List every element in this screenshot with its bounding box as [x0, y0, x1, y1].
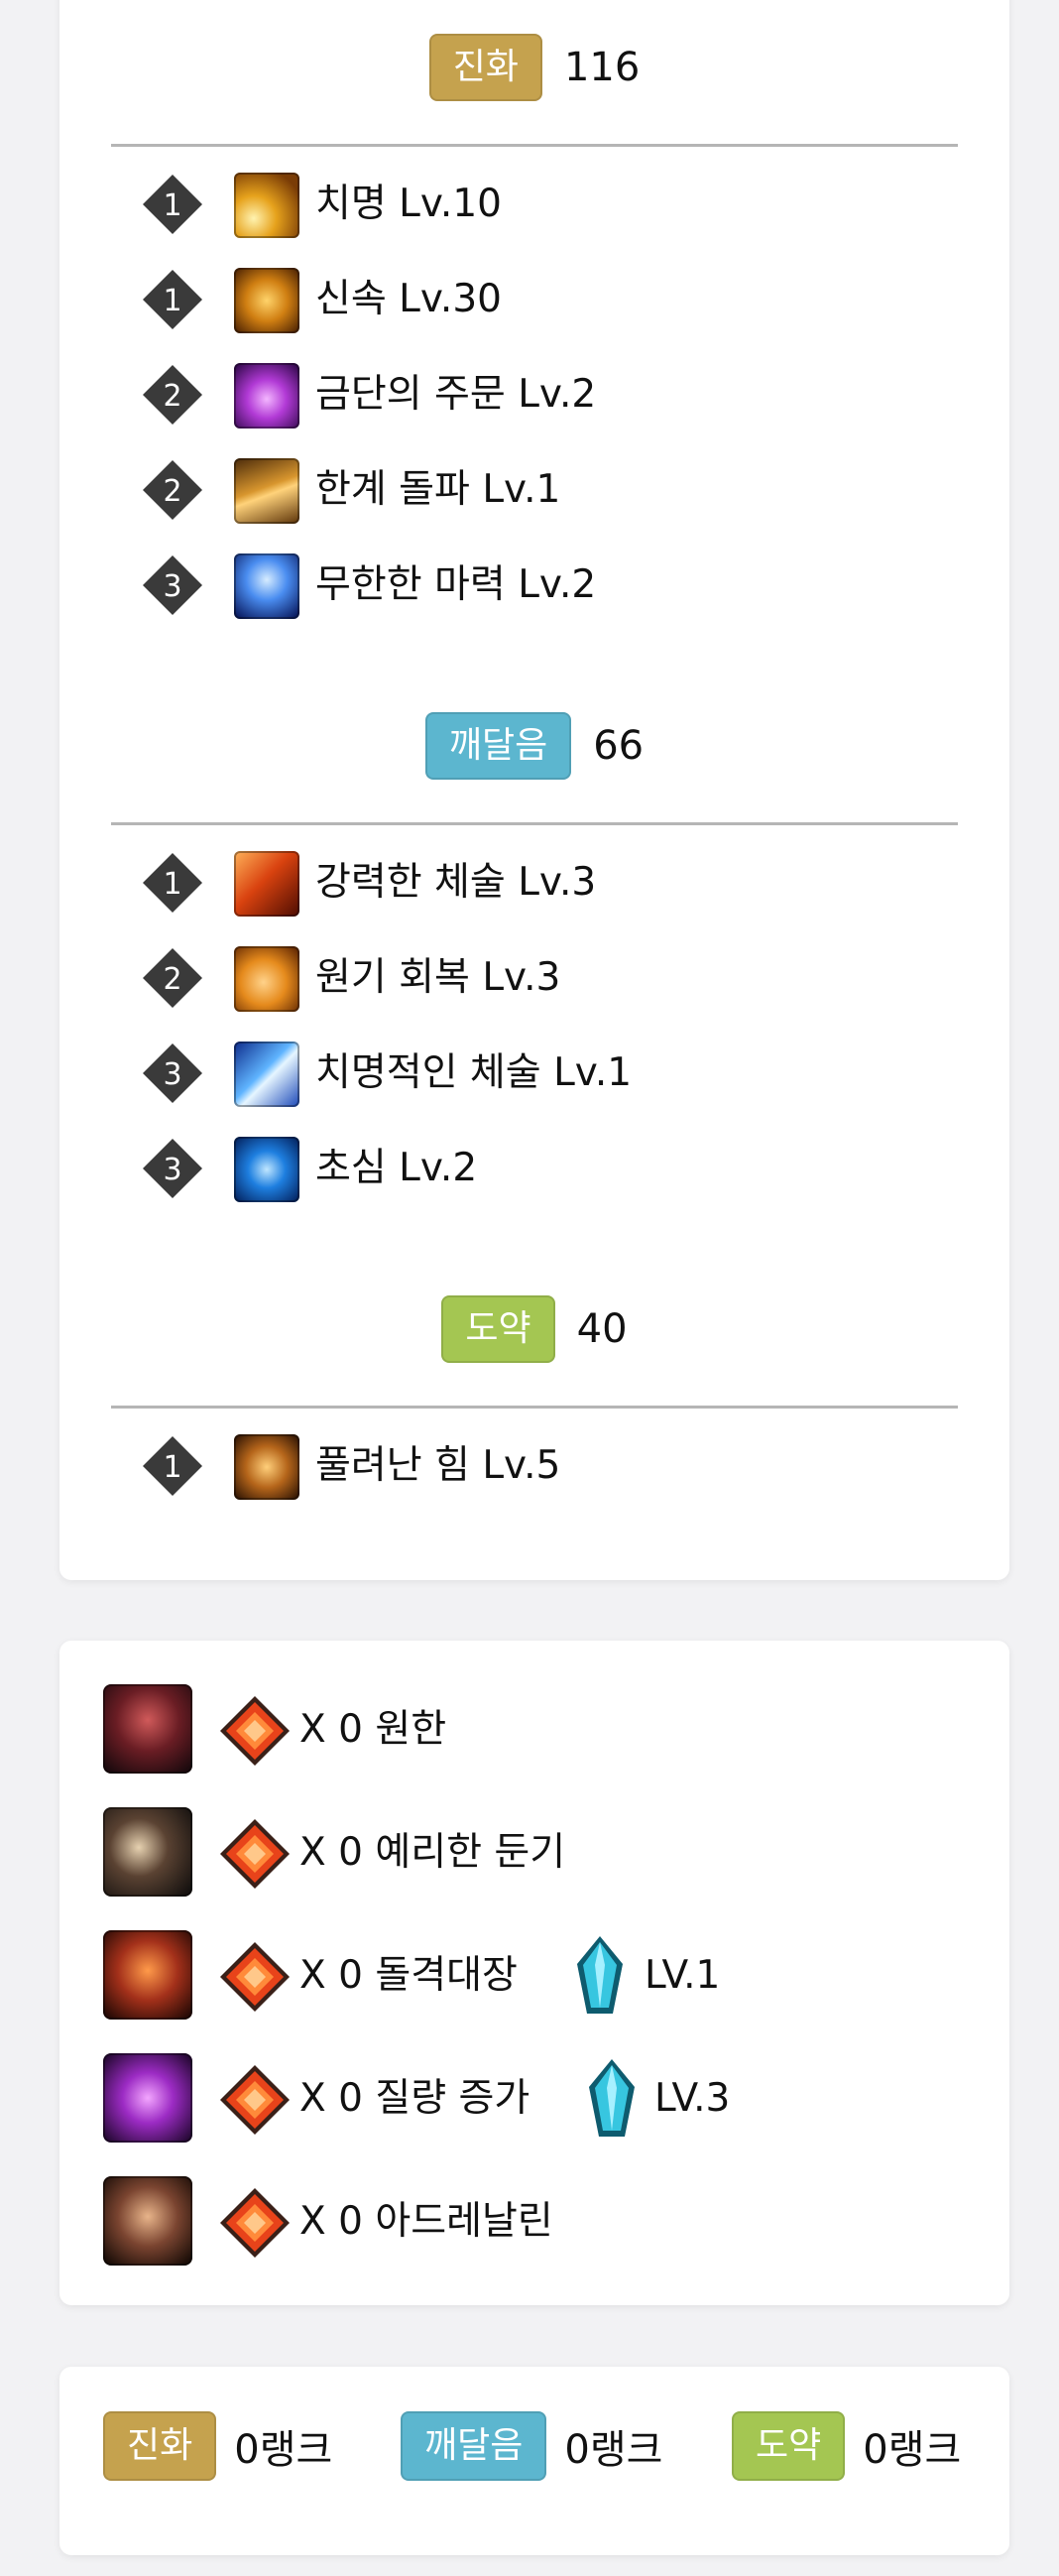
node-row[interactable]: 3 치명적인 체술 Lv.1 — [59, 1038, 1009, 1109]
node-label: 치명적인 체술 Lv.1 — [315, 1050, 633, 1095]
swiftness-icon — [234, 268, 299, 333]
svg-text:3: 3 — [163, 569, 181, 604]
limit-break-icon — [234, 458, 299, 524]
tier-diamond-icon: 1 — [143, 1436, 202, 1496]
svg-text:1: 1 — [163, 1450, 181, 1485]
evolution-rank-tag: 진화 — [103, 2411, 217, 2481]
gem-text: X 0 원한 — [299, 1707, 447, 1752]
gem-text: X 0 질량 증가 — [299, 2076, 530, 2121]
gem-text: X 0 돌격대장 — [299, 1953, 518, 1998]
node-label: 무한한 마력 Lv.2 — [315, 562, 597, 607]
ark-passive-card: 진화 116 1 치명 Lv.10 1 신속 Lv.30 2 금단의 주문 Lv… — [59, 0, 1009, 1580]
powerful-technique-icon — [234, 851, 299, 917]
enlightenment-section-header: 깨달음 66 — [59, 710, 1009, 782]
critical-icon — [234, 173, 299, 238]
infinite-mana-icon — [234, 553, 299, 619]
svg-text:1: 1 — [163, 867, 181, 902]
keen-blunt-skill-icon — [103, 1807, 192, 1897]
evolution-rank-value: 0랭크 — [234, 2427, 333, 2473]
gem-row[interactable]: X 0 원한 — [59, 1684, 1009, 1776]
svg-text:2: 2 — [163, 474, 181, 509]
enlightenment-rank: 깨달음 0랭크 — [401, 2410, 662, 2482]
svg-text:1: 1 — [163, 284, 181, 318]
raid-captain-skill-icon — [103, 1930, 192, 2020]
node-label: 금단의 주문 Lv.2 — [315, 372, 597, 417]
divider — [111, 144, 958, 147]
svg-text:2: 2 — [163, 962, 181, 997]
divider — [111, 822, 958, 825]
node-label: 풀려난 힘 Lv.5 — [315, 1443, 561, 1488]
leap-section-header: 도약 40 — [59, 1293, 1009, 1365]
node-row[interactable]: 1 강력한 체술 Lv.3 — [59, 847, 1009, 919]
node-row[interactable]: 1 치명 Lv.10 — [59, 169, 1009, 240]
ruby-gem-icon — [220, 2188, 290, 2258]
svg-text:3: 3 — [163, 1057, 181, 1092]
forbidden-spell-icon — [234, 363, 299, 429]
node-label: 강력한 체술 Lv.3 — [315, 860, 597, 905]
leap-rank: 도약 0랭크 — [732, 2410, 961, 2482]
tier-diamond-icon: 2 — [143, 365, 202, 425]
evolution-tag: 진화 — [428, 34, 542, 101]
critical-technique-icon — [234, 1042, 299, 1107]
tier-diamond-icon: 3 — [143, 1043, 202, 1103]
node-row[interactable]: 3 초심 Lv.2 — [59, 1133, 1009, 1204]
gem-level: LV.3 — [654, 2076, 731, 2121]
node-label: 신속 Lv.30 — [315, 277, 502, 321]
ruby-gem-icon — [220, 1696, 290, 1766]
gem-level: LV.1 — [645, 1953, 721, 1998]
evolution-count: 116 — [563, 45, 641, 90]
tier-diamond-icon: 3 — [143, 1139, 202, 1198]
enlightenment-rank-value: 0랭크 — [564, 2427, 663, 2473]
node-label: 한계 돌파 Lv.1 — [315, 467, 561, 512]
tier-diamond-icon: 1 — [143, 853, 202, 913]
evolution-section-header: 진화 116 — [59, 32, 1009, 103]
node-row[interactable]: 2 원기 회복 Lv.3 — [59, 942, 1009, 1014]
gem-row[interactable]: X 0 질량 증가 LV.3 — [59, 2053, 1009, 2145]
leap-rank-value: 0랭크 — [863, 2427, 962, 2473]
sapphire-gem-icon — [577, 1936, 623, 2014]
gem-row[interactable]: X 0 아드레날린 — [59, 2176, 1009, 2268]
node-row[interactable]: 2 금단의 주문 Lv.2 — [59, 359, 1009, 430]
rank-summary-card: 진화 0랭크 깨달음 0랭크 도약 0랭크 — [59, 2367, 1009, 2555]
node-label: 초심 Lv.2 — [315, 1146, 478, 1190]
tier-diamond-icon: 2 — [143, 460, 202, 520]
vitality-recovery-icon — [234, 946, 299, 1012]
node-row[interactable]: 2 한계 돌파 Lv.1 — [59, 454, 1009, 526]
svg-text:1: 1 — [163, 188, 181, 223]
gem-text: X 0 아드레날린 — [299, 2199, 553, 2244]
node-row[interactable]: 3 무한한 마력 Lv.2 — [59, 550, 1009, 621]
gem-row[interactable]: X 0 예리한 둔기 — [59, 1807, 1009, 1899]
enlightenment-rank-tag: 깨달음 — [401, 2411, 547, 2481]
beginner-mind-icon — [234, 1137, 299, 1202]
evolution-rank: 진화 0랭크 — [103, 2410, 332, 2482]
sapphire-gem-icon — [589, 2059, 635, 2137]
mass-increase-skill-icon — [103, 2053, 192, 2143]
divider — [111, 1406, 958, 1409]
ruby-gem-icon — [220, 1942, 290, 2012]
unleashed-power-icon — [234, 1434, 299, 1500]
enlightenment-tag: 깨달음 — [424, 712, 572, 780]
node-row[interactable]: 1 신속 Lv.30 — [59, 264, 1009, 335]
node-label: 치명 Lv.10 — [315, 182, 502, 226]
enlightenment-count: 66 — [593, 723, 645, 769]
ruby-gem-icon — [220, 2065, 290, 2135]
gem-row[interactable]: X 0 돌격대장 LV.1 — [59, 1930, 1009, 2022]
svg-text:2: 2 — [163, 379, 181, 414]
adrenaline-skill-icon — [103, 2176, 192, 2266]
ruby-gem-icon — [220, 1819, 290, 1889]
tier-diamond-icon: 1 — [143, 175, 202, 234]
leap-rank-tag: 도약 — [732, 2411, 846, 2481]
node-label: 원기 회복 Lv.3 — [315, 955, 561, 1000]
tier-diamond-icon: 3 — [143, 555, 202, 615]
leap-count: 40 — [576, 1306, 628, 1352]
svg-text:3: 3 — [163, 1153, 181, 1187]
leap-tag: 도약 — [441, 1295, 555, 1363]
node-row[interactable]: 1 풀려난 힘 Lv.5 — [59, 1430, 1009, 1502]
tier-diamond-icon: 1 — [143, 270, 202, 329]
gem-text: X 0 예리한 둔기 — [299, 1830, 566, 1875]
gems-card: X 0 원한 X 0 예리한 둔기 X 0 돌격대장 LV.1 X 0 질량 증… — [59, 1641, 1009, 2305]
grudge-skill-icon — [103, 1684, 192, 1774]
tier-diamond-icon: 2 — [143, 948, 202, 1008]
